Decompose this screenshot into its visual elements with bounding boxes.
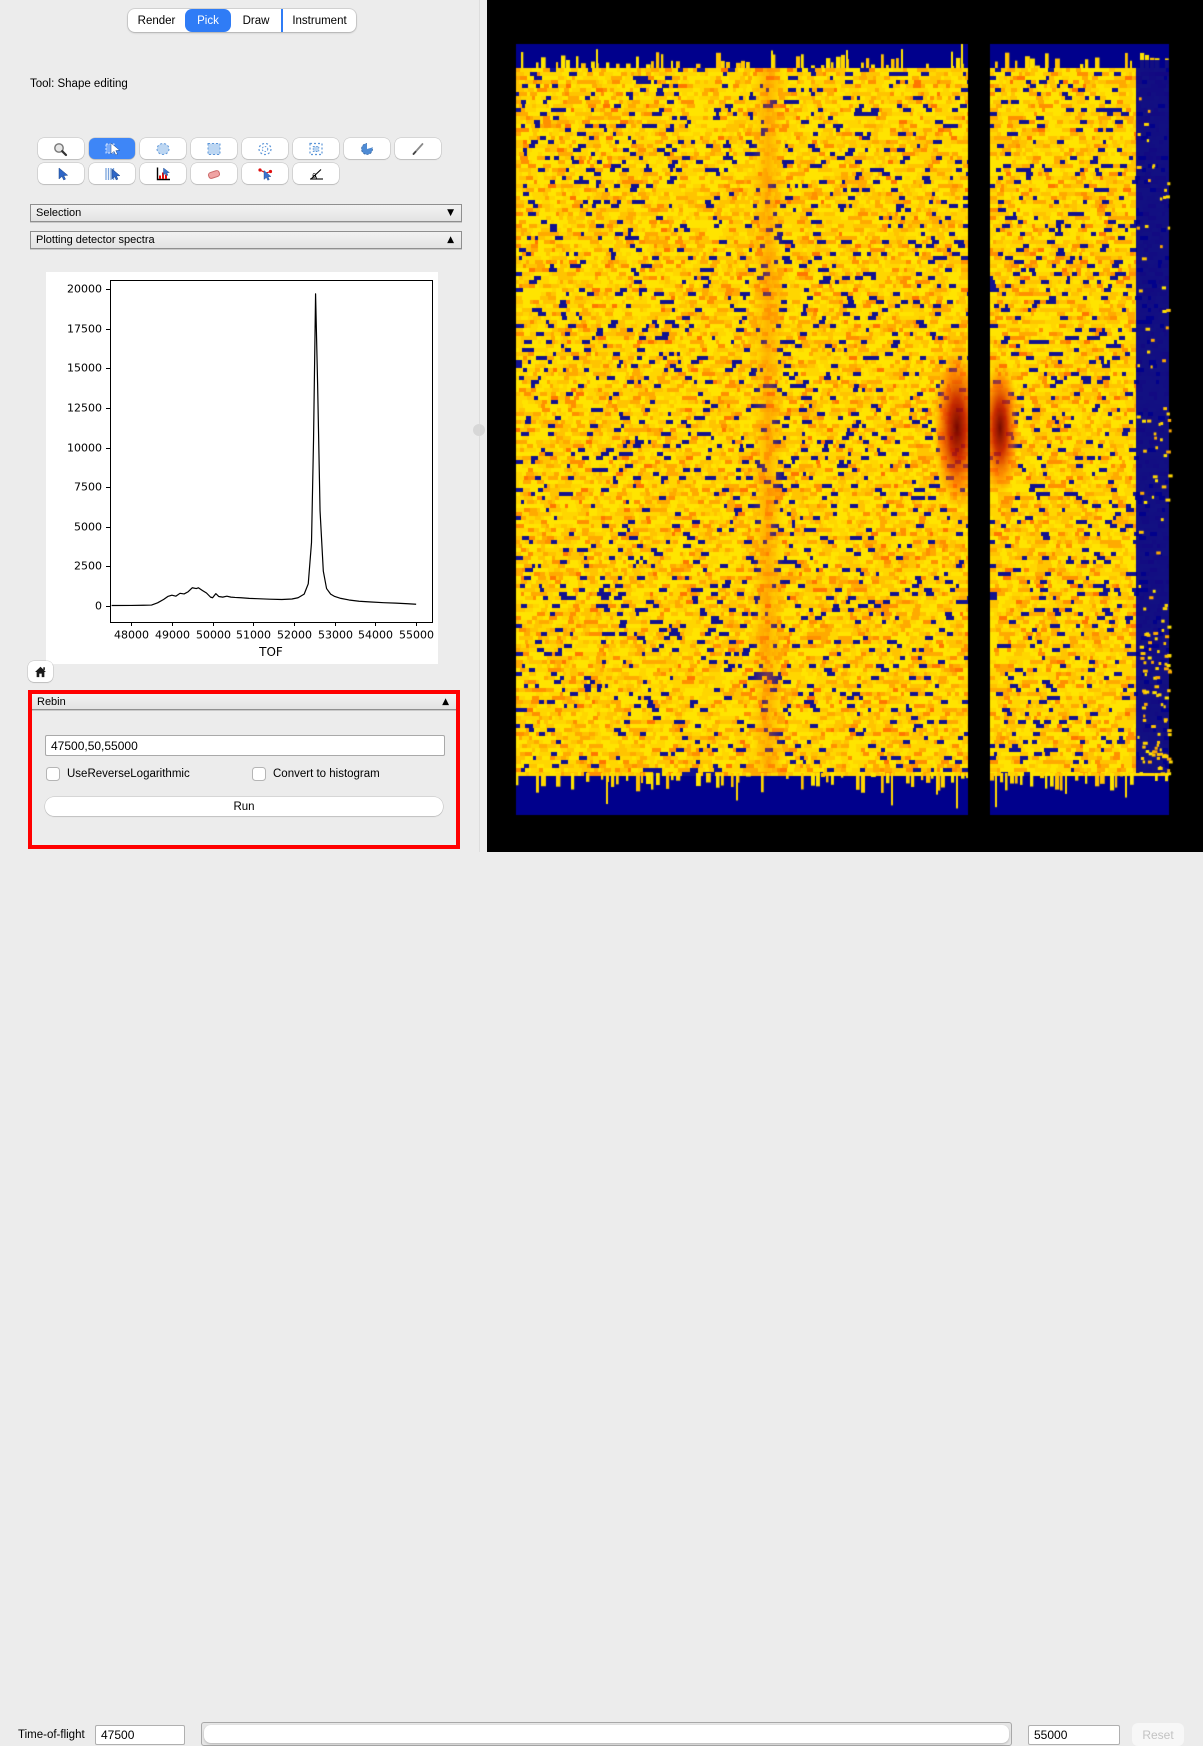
draw-ring-rectangle-icon bbox=[306, 141, 326, 157]
sum-detectors-icon bbox=[153, 166, 173, 182]
rebin-run-button[interactable]: Run bbox=[45, 797, 443, 816]
pick-peak-icon bbox=[255, 166, 275, 182]
draw-free-icon bbox=[408, 141, 428, 157]
draw-rectangle-tool-button[interactable] bbox=[191, 138, 237, 159]
draw-sector-tool-button[interactable] bbox=[344, 138, 390, 159]
rebin-params-input[interactable] bbox=[45, 735, 445, 756]
draw-ellipse-tool-button[interactable] bbox=[140, 138, 186, 159]
tof-range-slider-handle[interactable] bbox=[204, 1725, 1009, 1743]
rebin-section-label: Rebin bbox=[37, 696, 66, 708]
expand-arrow-icon: ▲ bbox=[442, 694, 449, 710]
tof-range-slider[interactable] bbox=[201, 1722, 1012, 1746]
pick-tube-icon bbox=[102, 166, 122, 182]
collapse-arrow-icon: ▼ bbox=[447, 205, 454, 221]
plotting-section-header[interactable]: Plotting detector spectra ▲ bbox=[30, 231, 462, 249]
rebin-section-header[interactable]: Rebin ▲ bbox=[32, 694, 456, 710]
edit-shape-tool-button[interactable] bbox=[89, 138, 135, 159]
measure-angle-tool-button[interactable]: θ bbox=[293, 163, 339, 184]
convert-to-histogram-checkbox[interactable] bbox=[252, 767, 266, 781]
zoom-tool-button[interactable] bbox=[38, 138, 84, 159]
reset-button[interactable]: Reset bbox=[1132, 1723, 1184, 1746]
tab-instrument[interactable]: Instrument bbox=[281, 9, 356, 32]
detector-image-canvas[interactable] bbox=[487, 0, 1203, 852]
spectrum-plot bbox=[46, 272, 438, 664]
draw-rectangle-icon bbox=[204, 141, 224, 157]
measure-angle-icon: θ bbox=[306, 166, 326, 182]
zoom-icon bbox=[51, 141, 71, 157]
pick-tube-tool-button[interactable] bbox=[89, 163, 135, 184]
view-tabbar: Render Pick Draw Instrument bbox=[128, 9, 356, 32]
detector-view bbox=[487, 0, 1203, 852]
home-icon bbox=[33, 665, 48, 679]
tof-max-input[interactable] bbox=[1028, 1725, 1120, 1745]
splitter-handle[interactable] bbox=[473, 424, 485, 436]
pick-sidebar: Render Pick Draw Instrument Tool: Shape … bbox=[0, 0, 487, 852]
pick-pixel-icon bbox=[51, 166, 71, 182]
plot-home-button[interactable] bbox=[28, 661, 53, 682]
erase-icon bbox=[204, 166, 224, 182]
draw-ellipse-icon bbox=[153, 141, 173, 157]
draw-ring-ellipse-tool-button[interactable] bbox=[242, 138, 288, 159]
rebin-checkboxes: UseReverseLogarithmic Convert to histogr… bbox=[46, 767, 446, 783]
draw-sector-icon bbox=[357, 141, 377, 157]
pick-peak-tool-button[interactable] bbox=[242, 163, 288, 184]
tool-status-label: Tool: Shape editing bbox=[30, 78, 128, 90]
shape-toolbar-row1 bbox=[38, 138, 441, 159]
edit-shape-icon bbox=[102, 141, 122, 157]
erase-tool-button[interactable] bbox=[191, 163, 237, 184]
selection-section-header[interactable]: Selection ▼ bbox=[30, 204, 462, 222]
use-reverse-logarithmic-label: UseReverseLogarithmic bbox=[67, 768, 190, 780]
tab-pick[interactable]: Pick bbox=[185, 9, 231, 32]
use-reverse-logarithmic-checkbox[interactable] bbox=[46, 767, 60, 781]
expand-arrow-icon: ▲ bbox=[447, 232, 454, 248]
draw-free-tool-button[interactable] bbox=[395, 138, 441, 159]
tab-render[interactable]: Render bbox=[128, 9, 185, 32]
time-of-flight-label: Time-of-flight bbox=[18, 1729, 85, 1741]
tab-draw[interactable]: Draw bbox=[231, 9, 281, 32]
pick-pixel-tool-button[interactable] bbox=[38, 163, 84, 184]
svg-text:θ: θ bbox=[312, 172, 316, 180]
time-of-flight-bar: Time-of-flight Reset bbox=[0, 852, 1203, 901]
convert-to-histogram-label: Convert to histogram bbox=[273, 768, 380, 780]
rebin-panel-highlighted: Rebin ▲ UseReverseLogarithmic Convert to… bbox=[28, 690, 460, 849]
spectrum-plot-canvas[interactable] bbox=[46, 272, 438, 664]
sum-detectors-tool-button[interactable] bbox=[140, 163, 186, 184]
tof-min-input[interactable] bbox=[95, 1725, 185, 1745]
shape-toolbar-row2: θ bbox=[38, 163, 339, 184]
draw-ring-ellipse-icon bbox=[255, 141, 275, 157]
instrument-view-window: { "accent_color": "#2f7cf6", "highlight_… bbox=[0, 0, 1203, 901]
draw-ring-rectangle-tool-button[interactable] bbox=[293, 138, 339, 159]
selection-section-label: Selection bbox=[36, 207, 81, 219]
plotting-section-label: Plotting detector spectra bbox=[36, 234, 155, 246]
